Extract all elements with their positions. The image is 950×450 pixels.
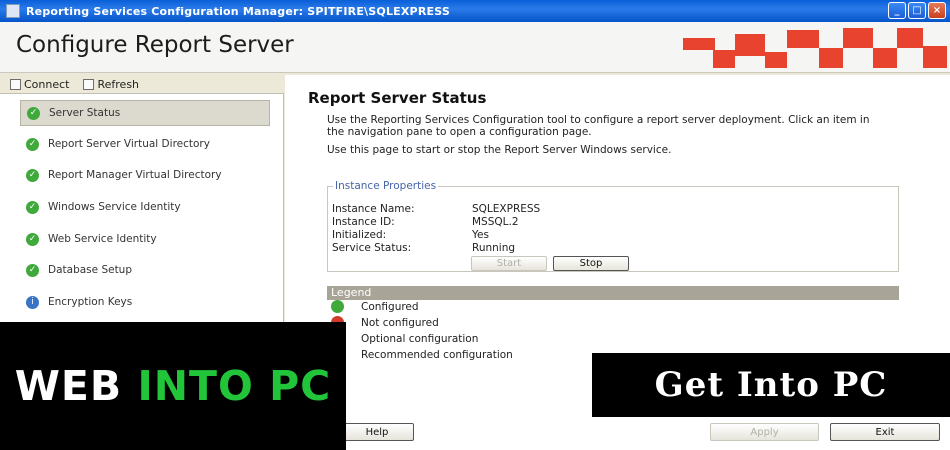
legend-title: Legend xyxy=(327,286,899,300)
nav-item-label: Report Server Virtual Directory xyxy=(48,138,210,150)
nav-item-database-setup[interactable]: ✓ Database Setup xyxy=(20,257,270,283)
exit-button[interactable]: Exit xyxy=(830,423,940,441)
minimize-button[interactable]: _ xyxy=(888,2,906,19)
app-icon xyxy=(6,4,20,18)
nav-item-report-server-virtual-directory[interactable]: ✓ Report Server Virtual Directory xyxy=(20,131,270,157)
nav-item-windows-service-identity[interactable]: ✓ Windows Service Identity xyxy=(20,194,270,220)
navigation-pane: ✓ Server Status ✓ Report Server Virtual … xyxy=(0,94,284,334)
nav-item-label: Encryption Keys xyxy=(48,296,133,308)
window-title: Reporting Services Configuration Manager… xyxy=(26,4,450,18)
legend-item: Recommended configuration xyxy=(361,349,513,361)
start-button[interactable]: Start xyxy=(471,256,547,271)
property-value: MSSQL.2 xyxy=(472,216,519,228)
watermark-text: Get Into PC xyxy=(654,365,888,405)
configured-icon: ✓ xyxy=(26,168,39,182)
property-label: Service Status: xyxy=(332,242,412,254)
web-into-pc-watermark: WEB INTO PC xyxy=(0,322,346,450)
configured-icon xyxy=(331,300,344,313)
nav-item-label: Report Manager Virtual Directory xyxy=(48,169,222,181)
maximize-button[interactable]: □ xyxy=(908,2,926,19)
nav-item-report-manager-virtual-directory[interactable]: ✓ Report Manager Virtual Directory xyxy=(20,162,270,188)
watermark-text-green: INTO PC xyxy=(137,362,332,410)
help-button[interactable]: Help xyxy=(340,423,414,441)
page-header: Configure Report Server xyxy=(0,22,950,73)
header-logo-pattern xyxy=(683,28,947,68)
refresh-label: Refresh xyxy=(97,77,140,91)
stop-button[interactable]: Stop xyxy=(553,256,629,271)
nav-item-label: Database Setup xyxy=(48,264,132,276)
section-description-2: Use this page to start or stop the Repor… xyxy=(327,144,672,156)
property-value: SQLEXPRESS xyxy=(472,203,541,215)
info-icon: i xyxy=(26,295,39,309)
nav-item-web-service-identity[interactable]: ✓ Web Service Identity xyxy=(20,226,270,252)
nav-item-label: Windows Service Identity xyxy=(48,201,181,213)
property-value: Running xyxy=(472,242,516,254)
nav-item-label: Web Service Identity xyxy=(48,233,157,245)
nav-toolbar: Connect Refresh xyxy=(0,75,284,94)
property-label: Instance Name: xyxy=(332,203,415,215)
configured-icon: ✓ xyxy=(26,263,39,277)
property-label: Instance ID: xyxy=(332,216,395,228)
close-button[interactable]: × xyxy=(928,2,946,19)
nav-item-encryption-keys[interactable]: i Encryption Keys xyxy=(20,289,270,315)
legend-item: Configured xyxy=(361,301,419,313)
configured-icon: ✓ xyxy=(26,137,39,151)
configured-icon: ✓ xyxy=(27,106,40,120)
instance-properties-group: Instance Properties Instance Name: SQLEX… xyxy=(327,180,899,272)
nav-item-server-status[interactable]: ✓ Server Status xyxy=(20,100,270,126)
property-label: Initialized: xyxy=(332,229,387,241)
connect-button[interactable]: Connect xyxy=(10,78,69,91)
watermark-text-white: WEB xyxy=(14,362,123,410)
instance-properties-legend: Instance Properties xyxy=(333,180,439,192)
property-value: Yes xyxy=(472,229,489,241)
section-description: Use the Reporting Services Configuration… xyxy=(327,114,870,138)
refresh-button[interactable]: Refresh xyxy=(83,78,139,91)
apply-button[interactable]: Apply xyxy=(710,423,819,441)
page-title: Configure Report Server xyxy=(16,32,294,58)
section-title: Report Server Status xyxy=(308,89,487,107)
legend-item: Not configured xyxy=(361,317,439,329)
nav-item-label: Server Status xyxy=(49,107,121,119)
window-title-bar: Reporting Services Configuration Manager… xyxy=(0,0,950,22)
connect-icon xyxy=(10,78,21,90)
refresh-icon xyxy=(83,78,95,90)
legend-item: Optional configuration xyxy=(361,333,479,345)
window-controls: _ □ × xyxy=(888,2,946,19)
configured-icon: ✓ xyxy=(26,232,39,246)
configured-icon: ✓ xyxy=(26,200,39,214)
get-into-pc-watermark: Get Into PC xyxy=(592,353,950,417)
connect-label: Connect xyxy=(24,77,70,91)
